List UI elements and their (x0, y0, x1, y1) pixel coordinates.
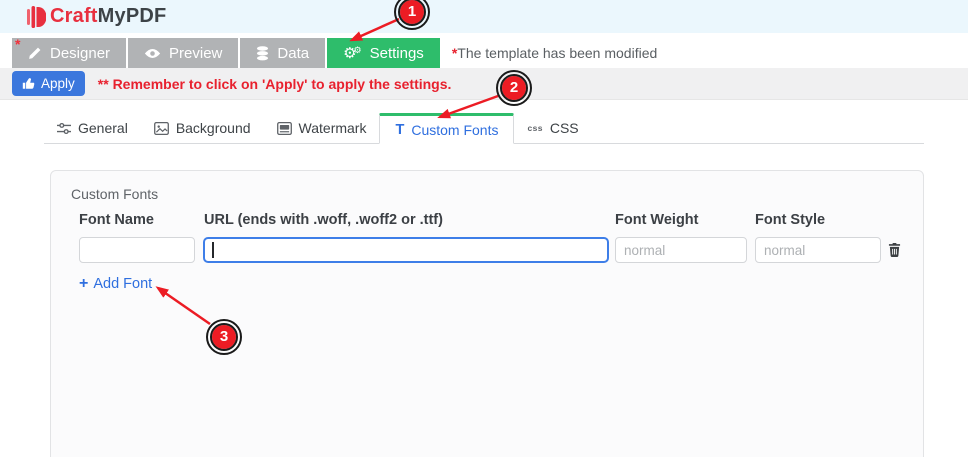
app-logo[interactable]: CraftMyPDF (27, 5, 166, 29)
step-3-badge: 3 (206, 319, 242, 355)
tab-designer[interactable]: * Designer (12, 38, 126, 68)
text-t-icon: T (395, 122, 404, 138)
notice-text: The template has been modified (457, 45, 657, 61)
gears-icon: ⚙⚙ (343, 46, 362, 61)
trash-icon (888, 242, 901, 258)
plus-icon: + (79, 275, 88, 293)
tab-data-label: Data (277, 45, 309, 62)
tab-designer-label: Designer (50, 45, 110, 62)
logo-text-mypdf: MyPDF (98, 5, 167, 27)
apply-reminder-text: ** Remember to click on 'Apply' to apply… (98, 76, 452, 92)
settings-tab-bar: General Background Watermark (44, 113, 924, 144)
url-column-label: URL (ends with .woff, .woff2 or .ttf) (204, 212, 443, 228)
apply-button-label: Apply (41, 76, 75, 91)
font-name-column-label: Font Name (79, 212, 154, 228)
font-weight-input[interactable] (615, 237, 747, 263)
font-name-input[interactable] (79, 237, 195, 263)
app-window: CraftMyPDF * Designer Preview Dat (0, 0, 968, 457)
tab-css-label: CSS (550, 120, 579, 136)
tab-custom-fonts[interactable]: T Custom Fonts (379, 113, 514, 144)
panel-title: Custom Fonts (71, 186, 158, 202)
app-header: CraftMyPDF (0, 0, 968, 33)
database-icon (256, 46, 269, 61)
tab-preview-label: Preview (169, 45, 222, 62)
designer-modified-star: * (15, 39, 20, 49)
text-caret (212, 242, 214, 258)
tab-preview[interactable]: Preview (128, 38, 238, 68)
watermark-icon (277, 122, 292, 135)
tab-data[interactable]: Data (240, 38, 325, 68)
font-style-input[interactable] (755, 237, 881, 263)
template-modified-notice: * The template has been modified (452, 38, 657, 68)
add-font-label: Add Font (93, 276, 152, 292)
apply-button[interactable]: Apply (12, 71, 85, 96)
logo-text-craft: Craft (50, 5, 98, 27)
thumbs-up-icon (22, 77, 35, 90)
tab-css[interactable]: css CSS (514, 113, 591, 143)
tab-settings[interactable]: ⚙⚙ Settings (327, 38, 440, 68)
tab-settings-label: Settings (370, 45, 424, 62)
font-weight-column-label: Font Weight (615, 212, 699, 228)
custom-fonts-panel: Custom Fonts Font Name URL (ends with .w… (50, 170, 924, 457)
css-icon: css (527, 123, 542, 133)
step-2-badge: 2 (496, 70, 532, 106)
tab-watermark-label: Watermark (299, 120, 367, 136)
apply-bar: Apply ** Remember to click on 'Apply' to… (0, 68, 968, 100)
delete-font-row-button[interactable] (884, 240, 904, 260)
tab-general-label: General (78, 120, 128, 136)
image-icon (154, 122, 169, 135)
url-input[interactable] (203, 237, 609, 263)
tab-watermark[interactable]: Watermark (264, 113, 380, 143)
tab-background[interactable]: Background (141, 113, 264, 143)
eye-icon (144, 48, 161, 59)
add-font-link[interactable]: + Add Font (79, 275, 152, 293)
tab-custom-fonts-label: Custom Fonts (411, 122, 498, 138)
font-style-column-label: Font Style (755, 212, 825, 228)
tune-icon (57, 122, 71, 135)
craftmypdf-logo-icon (27, 5, 46, 29)
main-tab-bar: * Designer Preview Data ⚙⚙ Settings (0, 33, 968, 68)
tab-background-label: Background (176, 120, 251, 136)
tab-general[interactable]: General (44, 113, 141, 143)
pencil-icon (28, 46, 42, 60)
